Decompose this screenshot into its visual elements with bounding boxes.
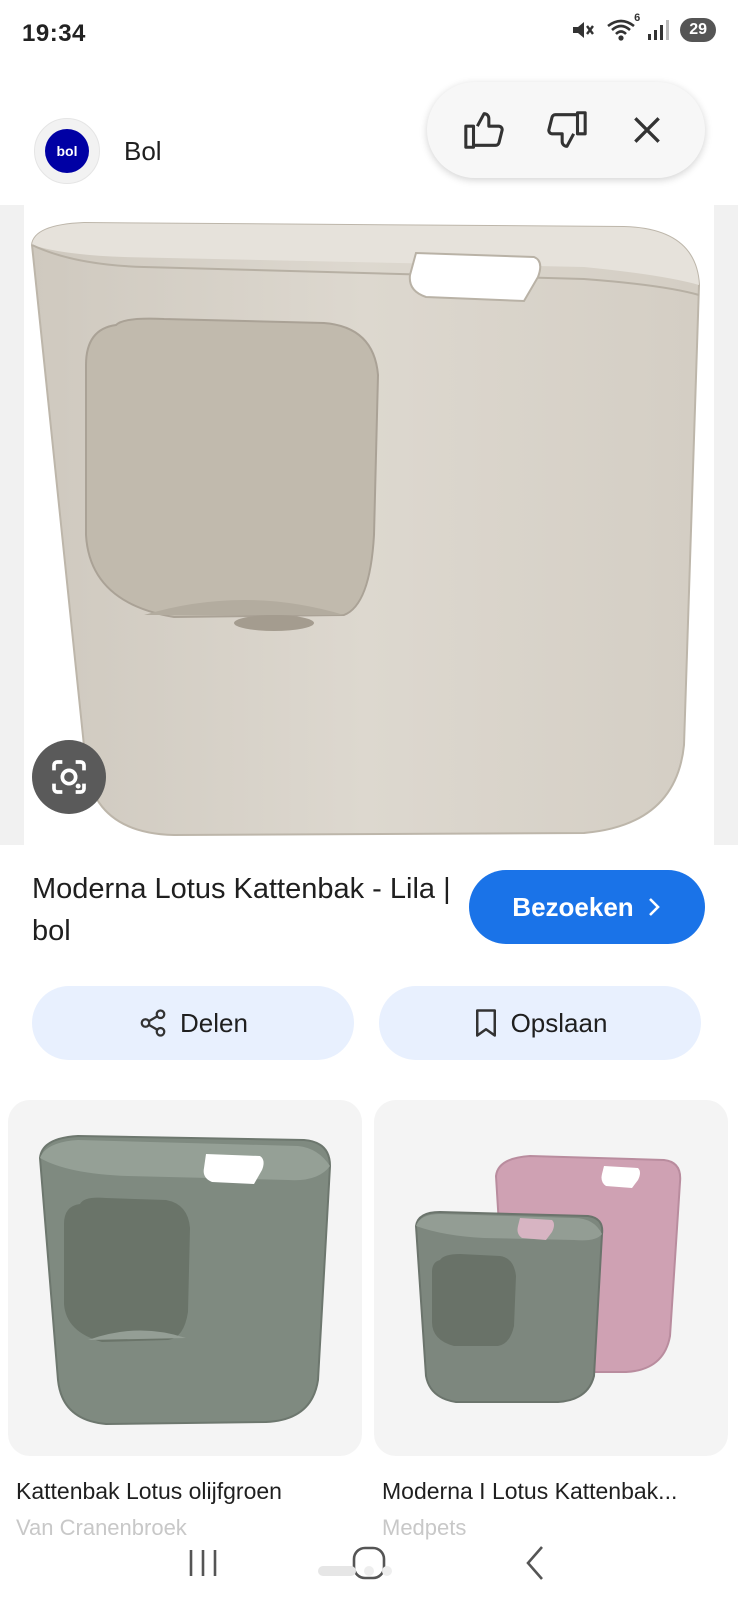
share-label: Delen <box>180 1007 248 1038</box>
chevron-right-icon <box>648 898 660 916</box>
recent-apps-button[interactable] <box>173 1538 233 1588</box>
litter-box-illustration <box>30 221 701 837</box>
home-button[interactable] <box>339 1538 399 1588</box>
system-nav-bar <box>0 1526 738 1600</box>
close-button[interactable] <box>617 100 677 160</box>
source-row[interactable]: bol Bol <box>34 118 162 184</box>
bookmark-icon <box>475 1009 496 1037</box>
status-icons: 6 29 <box>570 12 716 42</box>
visit-button[interactable]: Bezoeken <box>469 870 705 944</box>
visit-label: Bezoeken <box>512 891 634 922</box>
save-button[interactable]: Opslaan <box>379 986 701 1060</box>
wifi-icon: 6 <box>606 12 640 42</box>
related-card[interactable]: Kattenbak Lotus olijfgroen Van Cranenbro… <box>8 1100 362 1541</box>
image-edge-left <box>0 205 24 845</box>
signal-icon <box>648 20 670 40</box>
back-button[interactable] <box>505 1538 565 1588</box>
back-icon <box>526 1546 543 1580</box>
recent-apps-icon <box>189 1550 217 1576</box>
home-icon <box>352 1546 386 1580</box>
page-indicator-dot <box>382 1566 392 1576</box>
thumbs-up-icon <box>464 112 505 149</box>
share-button[interactable]: Delen <box>32 986 354 1060</box>
main-product-image[interactable] <box>24 205 714 845</box>
lens-button[interactable] <box>32 740 106 814</box>
lens-icon <box>52 760 86 794</box>
related-thumbnail <box>8 1100 362 1456</box>
feedback-pill <box>427 82 705 178</box>
thumbs-up-button[interactable] <box>455 100 515 160</box>
image-edge-right <box>714 205 738 845</box>
related-thumbnail <box>374 1100 728 1456</box>
source-logo: bol <box>34 118 100 184</box>
page-indicator <box>318 1566 392 1576</box>
page-indicator-active <box>318 1566 356 1576</box>
thumbs-down-icon <box>547 111 587 148</box>
battery-indicator: 29 <box>680 18 716 42</box>
save-label: Opslaan <box>510 1007 608 1038</box>
status-bar: 19:34 6 29 <box>0 0 738 70</box>
status-time: 19:34 <box>22 20 86 47</box>
related-card[interactable]: Moderna I Lotus Kattenbak... Medpets <box>374 1100 728 1541</box>
wifi-badge: 6 <box>634 12 641 24</box>
thumbs-down-button[interactable] <box>536 100 596 160</box>
close-icon <box>633 117 660 143</box>
source-name: Bol <box>124 135 162 166</box>
source-logo-text: bol <box>45 129 89 173</box>
page-indicator-dot <box>364 1566 374 1576</box>
related-title: Kattenbak Lotus olijfgroen <box>16 1478 282 1504</box>
result-title: Moderna Lotus Kattenbak - Lila | bol <box>32 873 451 947</box>
related-title: Moderna I Lotus Kattenbak... <box>382 1478 678 1504</box>
mute-icon <box>573 22 595 38</box>
share-icon <box>140 1009 166 1037</box>
